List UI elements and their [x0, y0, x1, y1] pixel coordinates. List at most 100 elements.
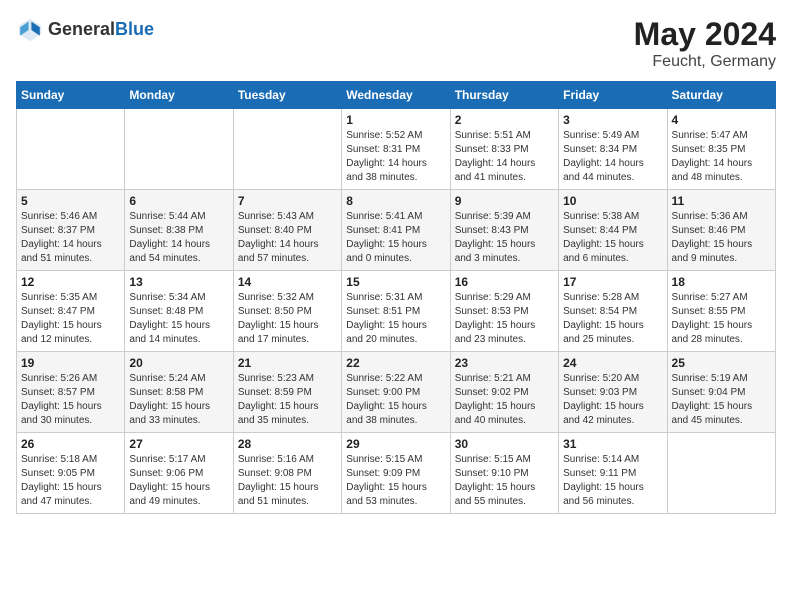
- calendar-header: SundayMondayTuesdayWednesdayThursdayFrid…: [17, 82, 776, 109]
- day-info: Sunrise: 5:16 AM Sunset: 9:08 PM Dayligh…: [238, 453, 337, 509]
- calendar-cell: 4Sunrise: 5:47 AM Sunset: 8:35 PM Daylig…: [667, 109, 775, 190]
- day-info: Sunrise: 5:21 AM Sunset: 9:02 PM Dayligh…: [455, 372, 554, 428]
- day-info: Sunrise: 5:41 AM Sunset: 8:41 PM Dayligh…: [346, 210, 445, 266]
- day-number: 22: [346, 356, 445, 370]
- day-info: Sunrise: 5:49 AM Sunset: 8:34 PM Dayligh…: [563, 129, 662, 185]
- day-info: Sunrise: 5:43 AM Sunset: 8:40 PM Dayligh…: [238, 210, 337, 266]
- calendar-title: May 2024: [634, 16, 776, 53]
- day-info: Sunrise: 5:22 AM Sunset: 9:00 PM Dayligh…: [346, 372, 445, 428]
- day-number: 3: [563, 113, 662, 127]
- calendar-cell: 20 Sunrise: 5:24 AM Sunset: 8:58 PM Dayli…: [125, 352, 233, 433]
- title-block: May 2024 Feucht, Germany: [634, 16, 776, 71]
- calendar-week-4: 19Sunrise: 5:26 AM Sunset: 8:57 PM Dayli…: [17, 352, 776, 433]
- day-number: 12: [21, 275, 120, 289]
- day-number: 11: [672, 194, 771, 208]
- weekday-header-sunday: Sunday: [17, 82, 125, 109]
- day-number: 25: [672, 356, 771, 370]
- calendar-cell: 5 Sunrise: 5:46 AM Sunset: 8:37 PM Daylig…: [17, 190, 125, 271]
- day-number: 15: [346, 275, 445, 289]
- calendar-cell: 23 Sunrise: 5:21 AM Sunset: 9:02 PM Dayli…: [450, 352, 558, 433]
- day-number: 20: [129, 356, 228, 370]
- calendar-body: 1Sunrise: 5:52 AM Sunset: 8:31 PM Daylig…: [17, 109, 776, 514]
- day-number: 30: [455, 437, 554, 451]
- day-number: 23: [455, 356, 554, 370]
- day-number: 1: [346, 113, 445, 127]
- day-info: Sunrise: 5:39 AM Sunset: 8:43 PM Dayligh…: [455, 210, 554, 266]
- day-number: 26: [21, 437, 120, 451]
- day-info: Sunrise: 5:14 AM Sunset: 9:11 PM Dayligh…: [563, 453, 662, 509]
- day-info: Sunrise: 5:31 AM Sunset: 8:51 PM Dayligh…: [346, 291, 445, 347]
- calendar-week-1: 1Sunrise: 5:52 AM Sunset: 8:31 PM Daylig…: [17, 109, 776, 190]
- calendar-cell: 7 Sunrise: 5:43 AM Sunset: 8:40 PM Daylig…: [233, 190, 341, 271]
- calendar-week-2: 5 Sunrise: 5:46 AM Sunset: 8:37 PM Daylig…: [17, 190, 776, 271]
- calendar-cell: 22 Sunrise: 5:22 AM Sunset: 9:00 PM Dayli…: [342, 352, 450, 433]
- calendar-cell: [233, 109, 341, 190]
- day-number: 18: [672, 275, 771, 289]
- calendar-cell: [125, 109, 233, 190]
- calendar-cell: 26 Sunrise: 5:18 AM Sunset: 9:05 PM Dayli…: [17, 433, 125, 514]
- calendar-cell: 6 Sunrise: 5:44 AM Sunset: 8:38 PM Daylig…: [125, 190, 233, 271]
- calendar-cell: 27 Sunrise: 5:17 AM Sunset: 9:06 PM Dayli…: [125, 433, 233, 514]
- day-number: 10: [563, 194, 662, 208]
- weekday-header-saturday: Saturday: [667, 82, 775, 109]
- day-info: Sunrise: 5:44 AM Sunset: 8:38 PM Dayligh…: [129, 210, 228, 266]
- day-info: Sunrise: 5:32 AM Sunset: 8:50 PM Dayligh…: [238, 291, 337, 347]
- day-number: 4: [672, 113, 771, 127]
- calendar-cell: 2 Sunrise: 5:51 AM Sunset: 8:33 PM Daylig…: [450, 109, 558, 190]
- day-number: 19: [21, 356, 120, 370]
- calendar-cell: 29 Sunrise: 5:15 AM Sunset: 9:09 PM Dayli…: [342, 433, 450, 514]
- day-info: Sunrise: 5:28 AM Sunset: 8:54 PM Dayligh…: [563, 291, 662, 347]
- calendar-cell: 25 Sunrise: 5:19 AM Sunset: 9:04 PM Dayli…: [667, 352, 775, 433]
- calendar-cell: 10 Sunrise: 5:38 AM Sunset: 8:44 PM Dayli…: [559, 190, 667, 271]
- day-number: 5: [21, 194, 120, 208]
- day-number: 31: [563, 437, 662, 451]
- calendar-cell: 8 Sunrise: 5:41 AM Sunset: 8:41 PM Daylig…: [342, 190, 450, 271]
- calendar-location: Feucht, Germany: [634, 53, 776, 71]
- weekday-header-wednesday: Wednesday: [342, 82, 450, 109]
- calendar-cell: 21 Sunrise: 5:23 AM Sunset: 8:59 PM Dayli…: [233, 352, 341, 433]
- weekday-header-row: SundayMondayTuesdayWednesdayThursdayFrid…: [17, 82, 776, 109]
- logo-text: GeneralBlue: [48, 20, 154, 40]
- day-info: Sunrise: 5:46 AM Sunset: 8:37 PM Dayligh…: [21, 210, 120, 266]
- day-info: Sunrise: 5:19 AM Sunset: 9:04 PM Dayligh…: [672, 372, 771, 428]
- day-number: 28: [238, 437, 337, 451]
- day-number: 21: [238, 356, 337, 370]
- calendar-cell: 14 Sunrise: 5:32 AM Sunset: 8:50 PM Dayli…: [233, 271, 341, 352]
- calendar-week-5: 26 Sunrise: 5:18 AM Sunset: 9:05 PM Dayli…: [17, 433, 776, 514]
- day-info: Sunrise: 5:23 AM Sunset: 8:59 PM Dayligh…: [238, 372, 337, 428]
- calendar-cell: 30 Sunrise: 5:15 AM Sunset: 9:10 PM Dayli…: [450, 433, 558, 514]
- day-info: Sunrise: 5:24 AM Sunset: 8:58 PM Dayligh…: [129, 372, 228, 428]
- calendar-table: SundayMondayTuesdayWednesdayThursdayFrid…: [16, 81, 776, 514]
- calendar-cell: 3 Sunrise: 5:49 AM Sunset: 8:34 PM Daylig…: [559, 109, 667, 190]
- day-number: 2: [455, 113, 554, 127]
- calendar-cell: 31 Sunrise: 5:14 AM Sunset: 9:11 PM Dayli…: [559, 433, 667, 514]
- day-number: 8: [346, 194, 445, 208]
- calendar-cell: [17, 109, 125, 190]
- calendar-week-3: 12 Sunrise: 5:35 AM Sunset: 8:47 PM Dayli…: [17, 271, 776, 352]
- weekday-header-friday: Friday: [559, 82, 667, 109]
- calendar-cell: 12 Sunrise: 5:35 AM Sunset: 8:47 PM Dayli…: [17, 271, 125, 352]
- day-info: Sunrise: 5:15 AM Sunset: 9:10 PM Dayligh…: [455, 453, 554, 509]
- day-info: Sunrise: 5:18 AM Sunset: 9:05 PM Dayligh…: [21, 453, 120, 509]
- day-info: Sunrise: 5:15 AM Sunset: 9:09 PM Dayligh…: [346, 453, 445, 509]
- day-info: Sunrise: 5:51 AM Sunset: 8:33 PM Dayligh…: [455, 129, 554, 185]
- weekday-header-tuesday: Tuesday: [233, 82, 341, 109]
- day-number: 29: [346, 437, 445, 451]
- page-header: GeneralBlue May 2024 Feucht, Germany: [16, 16, 776, 71]
- day-number: 9: [455, 194, 554, 208]
- day-info: Sunrise: 5:17 AM Sunset: 9:06 PM Dayligh…: [129, 453, 228, 509]
- calendar-cell: 17Sunrise: 5:28 AM Sunset: 8:54 PM Dayli…: [559, 271, 667, 352]
- logo-icon: [16, 16, 44, 44]
- calendar-cell: 18 Sunrise: 5:27 AM Sunset: 8:55 PM Dayli…: [667, 271, 775, 352]
- day-info: Sunrise: 5:35 AM Sunset: 8:47 PM Dayligh…: [21, 291, 120, 347]
- weekday-header-thursday: Thursday: [450, 82, 558, 109]
- weekday-header-monday: Monday: [125, 82, 233, 109]
- day-number: 27: [129, 437, 228, 451]
- day-info: Sunrise: 5:34 AM Sunset: 8:48 PM Dayligh…: [129, 291, 228, 347]
- day-info: Sunrise: 5:27 AM Sunset: 8:55 PM Dayligh…: [672, 291, 771, 347]
- day-number: 7: [238, 194, 337, 208]
- day-number: 13: [129, 275, 228, 289]
- day-number: 14: [238, 275, 337, 289]
- day-info: Sunrise: 5:38 AM Sunset: 8:44 PM Dayligh…: [563, 210, 662, 266]
- day-number: 6: [129, 194, 228, 208]
